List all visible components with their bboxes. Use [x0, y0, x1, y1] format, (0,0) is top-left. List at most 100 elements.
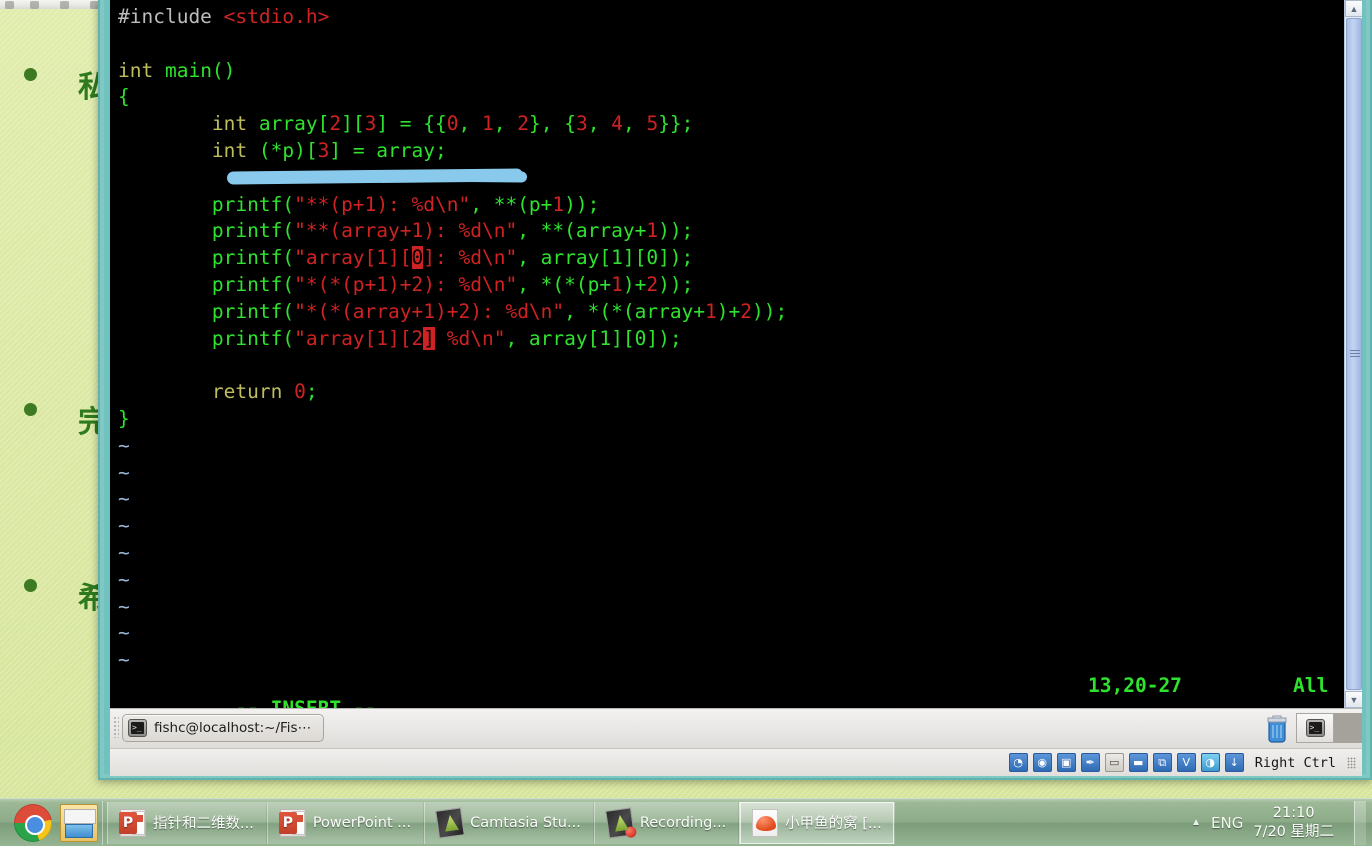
tray-expand-icon[interactable]: ▲ [1191, 817, 1201, 828]
code-token: , **(array+ [517, 219, 647, 243]
code-token: )+ [388, 272, 412, 296]
powerpoint-icon: P [119, 808, 146, 837]
shared-folder-icon[interactable]: ▭ [1104, 753, 1124, 772]
code-line: printf("*(*(array+1)+2): %d\n", *(*(arra… [118, 299, 1344, 326]
virtualbox-status-bar: ◔ ◉ ▣ ✒ ▭ ▬ ⧉ V ◑ ↓ Right Ctrl [110, 748, 1362, 776]
code-line: int main() [118, 58, 1344, 85]
text-cursor: ] [423, 326, 435, 350]
code-token: "*(*(array+ [294, 299, 424, 323]
code-line: printf("array[1][2] %d\n", array[1][0]); [118, 326, 1344, 353]
terminal-editor[interactable]: #include <stdio.h> int main(){ int array… [110, 0, 1344, 708]
floppy-icon[interactable]: ▣ [1056, 753, 1076, 772]
code-token: 1 [423, 299, 435, 323]
code-line: ~ [118, 513, 1344, 540]
windows-taskbar: P 指针和二维数... P PowerPoint ... Camtasia Stu...… [0, 798, 1372, 846]
code-token: 1 [552, 192, 565, 216]
toolbar-icon[interactable] [30, 1, 39, 9]
record-indicator-icon [624, 825, 637, 838]
slide-bullet-text: 希 [78, 581, 100, 616]
show-desktop-button[interactable] [1354, 800, 1366, 845]
code-token: printf( [118, 246, 295, 270]
code-token: ~ [118, 540, 130, 564]
fedora-icon [752, 808, 779, 837]
slide-bullet-text: 完 [78, 405, 100, 440]
code-token: 3 [575, 112, 588, 136]
code-token: ~ [118, 567, 130, 591]
code-token: 2 [517, 112, 529, 136]
resize-grip-icon[interactable] [1347, 756, 1356, 769]
code-token: 0 [294, 380, 306, 404]
camtasia-icon [435, 806, 465, 839]
vm-screen: #include <stdio.h> int main(){ int array… [110, 0, 1362, 708]
system-tray: ▲ ENG 21:10 7/20 星期二 [1191, 800, 1372, 845]
virtualbox-frame: #include <stdio.h> int main(){ int array… [104, 0, 1366, 776]
code-token: ] = array; [329, 138, 447, 162]
code-token: , [587, 112, 612, 136]
code-line: ~ [118, 567, 1344, 594]
code-token: printf( [118, 219, 295, 243]
code-token: "array[1][2 [294, 326, 424, 350]
taskbar-item-recording[interactable]: Recording... [593, 801, 740, 844]
code-token: <stdio.h> [223, 5, 330, 28]
code-token: 1 [411, 219, 424, 243]
code-token: ] = {{ [376, 112, 447, 136]
code-token: )); [752, 299, 788, 323]
virtualization-icon[interactable]: V [1176, 753, 1196, 772]
code-token: 5 [646, 112, 659, 136]
code-token: ~ [118, 514, 130, 538]
scrollbar-thumb[interactable] [1346, 18, 1362, 690]
clock-time: 21:10 [1272, 805, 1315, 822]
code-line: } [118, 406, 1344, 433]
usb-icon[interactable]: ✒ [1080, 753, 1100, 772]
taskbar-item-powerpoint[interactable]: P PowerPoint ... [266, 801, 425, 844]
code-token: 0 [446, 112, 459, 136]
code-token: ~ [118, 487, 130, 511]
clock[interactable]: 21:10 7/20 星期二 [1253, 804, 1344, 840]
hard-disk-icon[interactable]: ◔ [1008, 753, 1028, 772]
code-token: 2 [646, 272, 659, 296]
host-key-icon[interactable]: ↓ [1224, 753, 1244, 772]
code-token: 2 [458, 299, 471, 323]
toolbar-icon[interactable] [5, 1, 14, 9]
taskbar-item-virtualbox[interactable]: 小甲鱼的窝 [... [739, 801, 895, 844]
trash-icon[interactable] [1264, 713, 1290, 743]
scrollbar-down-arrow-icon[interactable]: ▼ [1345, 691, 1362, 708]
vm-terminal-launcher-button[interactable] [1296, 713, 1334, 743]
slide-bullet-marker [24, 68, 37, 81]
code-token: } [118, 406, 130, 430]
code-token: )); [564, 192, 600, 216]
code-token: 2 [740, 299, 753, 323]
code-token: ): %d\n" [423, 219, 518, 243]
scrollbar-up-arrow-icon[interactable]: ▲ [1345, 0, 1362, 17]
taskbar-item-pptx[interactable]: P 指针和二维数... [107, 801, 267, 844]
code-token: )+ [622, 272, 647, 296]
code-token: printf( [118, 192, 295, 216]
annotation-underline [226, 168, 524, 185]
code-token: 1 [482, 112, 494, 136]
toolbar-icon[interactable] [60, 1, 69, 9]
cd-dvd-icon[interactable]: ◉ [1032, 753, 1052, 772]
vim-mode-indicator: -- INSERT -- [235, 697, 376, 708]
explorer-icon[interactable] [60, 803, 98, 842]
code-token: 3 [317, 138, 330, 162]
terminal-icon [128, 719, 147, 737]
linux-taskbar-panel: fishc@localhost:~/Fis⋯ [110, 708, 1362, 748]
language-indicator[interactable]: ENG [1211, 814, 1243, 832]
code-token: ): %d\n" [423, 272, 518, 296]
code-token: ): %d\n" [376, 192, 471, 216]
display-icon[interactable]: ▬ [1128, 753, 1148, 772]
code-line: #include <stdio.h> [118, 4, 1344, 31]
taskbar-item-camtasia[interactable]: Camtasia Stu... [424, 801, 594, 844]
code-line: ~ [118, 620, 1344, 647]
terminal-scrollbar[interactable]: ▲ ▼ [1344, 0, 1362, 708]
panel-drag-grip[interactable] [113, 716, 119, 738]
code-token: printf( [118, 299, 295, 323]
network-icon[interactable]: ⧉ [1152, 753, 1172, 772]
code-token: printf( [118, 272, 295, 296]
code-line: return 0; [118, 379, 1344, 406]
code-token: , *(*(p+ [517, 272, 612, 296]
taskbar-item-terminal[interactable]: fishc@localhost:~/Fis⋯ [122, 714, 325, 742]
mouse-integration-icon[interactable]: ◑ [1200, 753, 1220, 772]
chrome-icon[interactable] [14, 803, 52, 842]
